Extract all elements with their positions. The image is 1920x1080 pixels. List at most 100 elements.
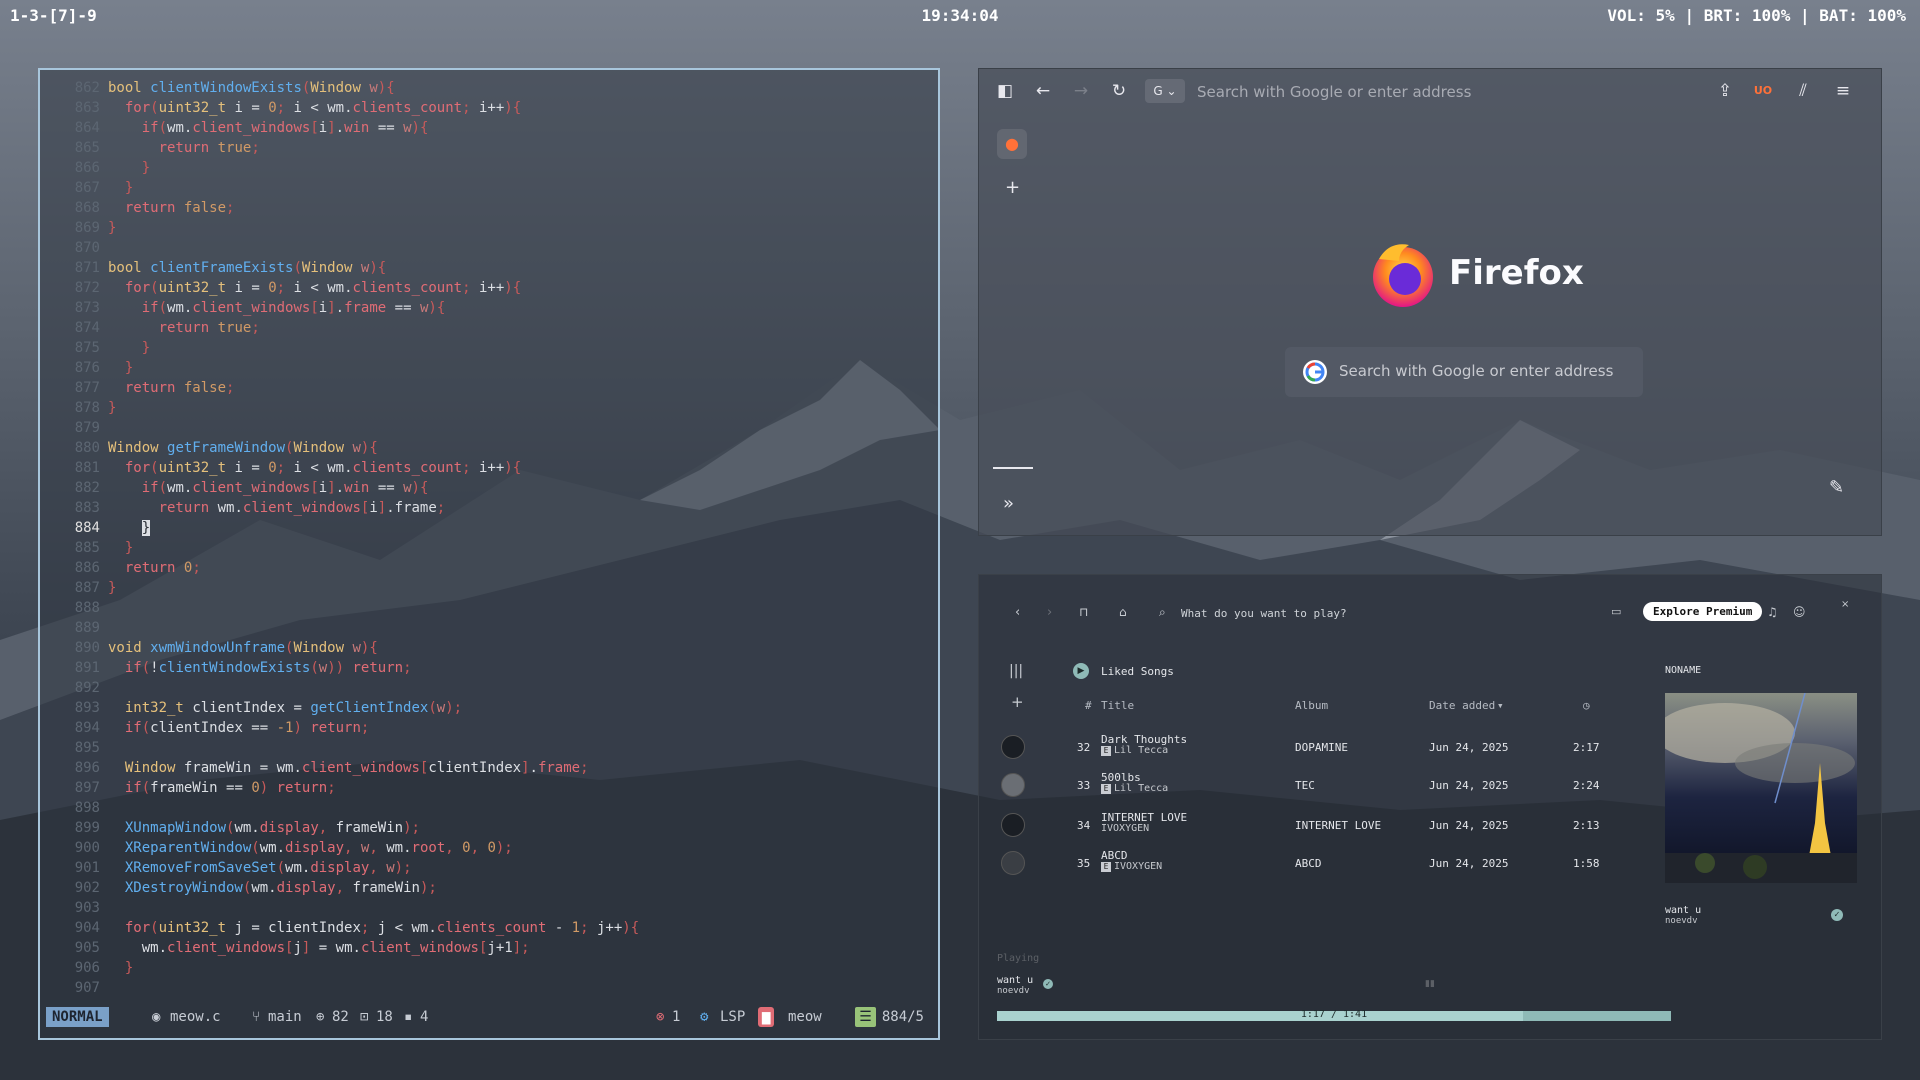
code-line: 878}	[74, 400, 117, 416]
track-row[interactable]: 35 ABCD E IVOXYGEN ABCD Jun 24, 2025 1:58	[979, 847, 1679, 877]
library-icon[interactable]: ⫽	[1791, 79, 1815, 103]
column-num: #	[1085, 699, 1092, 712]
panel-song-artist[interactable]: noevdv	[1665, 916, 1698, 926]
sidebar-icon[interactable]: ◧	[993, 79, 1017, 103]
clock-icon: ◷	[1583, 699, 1590, 712]
edit-icon[interactable]: ✎	[1829, 477, 1844, 498]
liked-check-icon[interactable]: ✓	[1831, 909, 1843, 921]
track-album[interactable]: ABCD	[1295, 857, 1322, 870]
newtab-search-box[interactable]: Search with Google or enter address	[1285, 347, 1643, 397]
playlist-title: Liked Songs	[1101, 665, 1174, 678]
code-line: 891 if(!clientWindowExists(w)) return;	[74, 660, 412, 676]
pause-icon[interactable]: ▮▮	[1425, 979, 1435, 989]
forward-icon[interactable]: ›	[1047, 605, 1052, 620]
track-duration: 1:58	[1573, 857, 1600, 870]
reload-icon[interactable]: ↻	[1107, 79, 1131, 103]
code-line: 892	[74, 680, 100, 696]
code-line-current[interactable]: 884 }	[40, 518, 938, 538]
liked-check-icon[interactable]: ✓	[1043, 979, 1053, 989]
track-date: Jun 24, 2025	[1429, 857, 1509, 870]
code-line: 862 bool clientWindowExists(Window w){	[74, 80, 395, 96]
track-artist[interactable]: IVOXYGEN	[1101, 823, 1149, 834]
library-icon[interactable]: |||	[1009, 663, 1023, 679]
explicit-badge: E	[1101, 746, 1111, 756]
code-line: 905 wm.client_windows[j] = wm.client_win…	[74, 940, 530, 956]
browse-icon[interactable]: ▭	[1611, 605, 1621, 618]
track-artist[interactable]: Lil Tecca	[1114, 745, 1168, 756]
track-number: 32	[1077, 741, 1091, 754]
code-line: 866 }	[74, 160, 151, 176]
git-branch: main	[268, 1009, 302, 1025]
extensions-icon[interactable]: ⇪	[1713, 79, 1737, 103]
search-input[interactable]: What do you want to play?	[1181, 607, 1347, 620]
home-icon[interactable]: ⌂	[1119, 605, 1127, 619]
spotify-window[interactable]: ‹ › ⊓ ⌂ ⌕ What do you want to play? ▭ Ex…	[978, 574, 1882, 1040]
friends-icon[interactable]: ☺	[1793, 605, 1806, 619]
explicit-badge: E	[1101, 862, 1111, 872]
track-artist[interactable]: IVOXYGEN	[1114, 861, 1162, 872]
firefox-view-icon[interactable]: ●	[997, 129, 1027, 159]
error-icon: ⊗	[656, 1009, 665, 1025]
column-date[interactable]: Date added	[1429, 699, 1495, 712]
code-line: 903	[74, 900, 100, 916]
menu-icon[interactable]: ≡	[1831, 79, 1855, 103]
firefox-window[interactable]: ◧ ← → ↻ G ⌄ Search with Google or enter …	[978, 68, 1882, 536]
ublock-icon[interactable]: UO	[1751, 79, 1775, 103]
code-line: 869}	[74, 220, 117, 236]
track-row[interactable]: 34 INTERNET LOVE IVOXYGEN INTERNET LOVE …	[979, 809, 1679, 847]
code-editor-window[interactable]: 862 bool clientWindowExists(Window w){ 86…	[38, 68, 940, 1040]
code-line: 864 if(wm.client_windows[i].win == w){	[74, 120, 429, 136]
back-icon[interactable]: ←	[1031, 79, 1055, 103]
lsp-gears-icon: ⚙	[700, 1009, 709, 1025]
track-duration: 2:24	[1573, 779, 1600, 792]
code-buffer[interactable]: 862 bool clientWindowExists(Window w){ 86…	[40, 78, 938, 998]
code-line: 904 for(uint32_t j = clientIndex; j < wm…	[74, 920, 640, 936]
code-line: 887}	[74, 580, 117, 596]
plus-icon[interactable]: +	[1011, 693, 1024, 711]
code-line: 902 XDestroyWindow(wm.display, frameWin)…	[74, 880, 437, 896]
track-row[interactable]: 33 500lbs E Lil Tecca TEC Jun 24, 2025 2:…	[979, 769, 1679, 807]
panel-song-title[interactable]: want u	[1665, 905, 1701, 916]
lsp-label: LSP	[720, 1009, 746, 1025]
code-line: 874 return true;	[74, 320, 260, 336]
track-album[interactable]: TEC	[1295, 779, 1315, 792]
track-artist[interactable]: Lil Tecca	[1114, 783, 1168, 794]
code-line: 893 int32_t clientIndex = getClientIndex…	[74, 700, 463, 716]
code-line: 899 XUnmapWindow(wm.display, frameWin);	[74, 820, 420, 836]
back-icon[interactable]: ‹	[1015, 605, 1020, 620]
play-icon[interactable]: ▶	[1073, 663, 1089, 679]
track-row[interactable]: 32 Dark Thoughts E Lil Tecca DOPAMINE Jun…	[979, 731, 1679, 769]
mode-indicator: NORMAL	[46, 1007, 109, 1027]
now-playing-artist[interactable]: noevdv	[997, 986, 1030, 996]
close-icon[interactable]: ×	[1841, 599, 1849, 610]
track-number: 33	[1077, 779, 1091, 792]
google-icon[interactable]: G ⌄	[1145, 79, 1185, 103]
newtab-search-placeholder: Search with Google or enter address	[1339, 362, 1614, 380]
code-line: 897 if(frameWin == 0) return;	[74, 780, 336, 796]
code-line: 883 return wm.client_windows[i].frame;	[74, 500, 446, 516]
sort-desc-icon[interactable]: ▾	[1497, 699, 1504, 712]
track-number: 35	[1077, 857, 1091, 870]
now-playing-title[interactable]: want u	[997, 975, 1033, 986]
google-logo-icon	[1303, 360, 1327, 384]
code-line: 865 return true;	[74, 140, 260, 156]
code-line: 873 if(wm.client_windows[i].frame == w){	[74, 300, 446, 316]
expand-icon[interactable]: »	[1003, 493, 1014, 514]
explore-premium-button[interactable]: Explore Premium	[1643, 602, 1763, 621]
column-title[interactable]: Title	[1101, 699, 1134, 712]
forward-icon[interactable]: →	[1069, 79, 1093, 103]
code-line: 901 XRemoveFromSaveSet(wm.display, w);	[74, 860, 412, 876]
url-bar[interactable]: Search with Google or enter address	[1197, 83, 1471, 101]
document-icon: ☰	[855, 1007, 876, 1027]
bell-icon[interactable]: ♫	[1767, 605, 1778, 619]
playback-progress-bar[interactable]: 1:17 / 1:41	[997, 1009, 1671, 1021]
store-icon[interactable]: ⊓	[1079, 605, 1088, 619]
track-duration: 2:17	[1573, 741, 1600, 754]
code-line: 896 Window frameWin = wm.client_windows[…	[74, 760, 589, 776]
search-icon[interactable]: ⌕	[1159, 605, 1166, 620]
plus-icon[interactable]: +	[1005, 177, 1020, 198]
track-album[interactable]: INTERNET LOVE	[1295, 819, 1381, 832]
track-album[interactable]: DOPAMINE	[1295, 741, 1348, 754]
column-album[interactable]: Album	[1295, 699, 1328, 712]
code-line: 894 if(clientIndex == -1) return;	[74, 720, 370, 736]
